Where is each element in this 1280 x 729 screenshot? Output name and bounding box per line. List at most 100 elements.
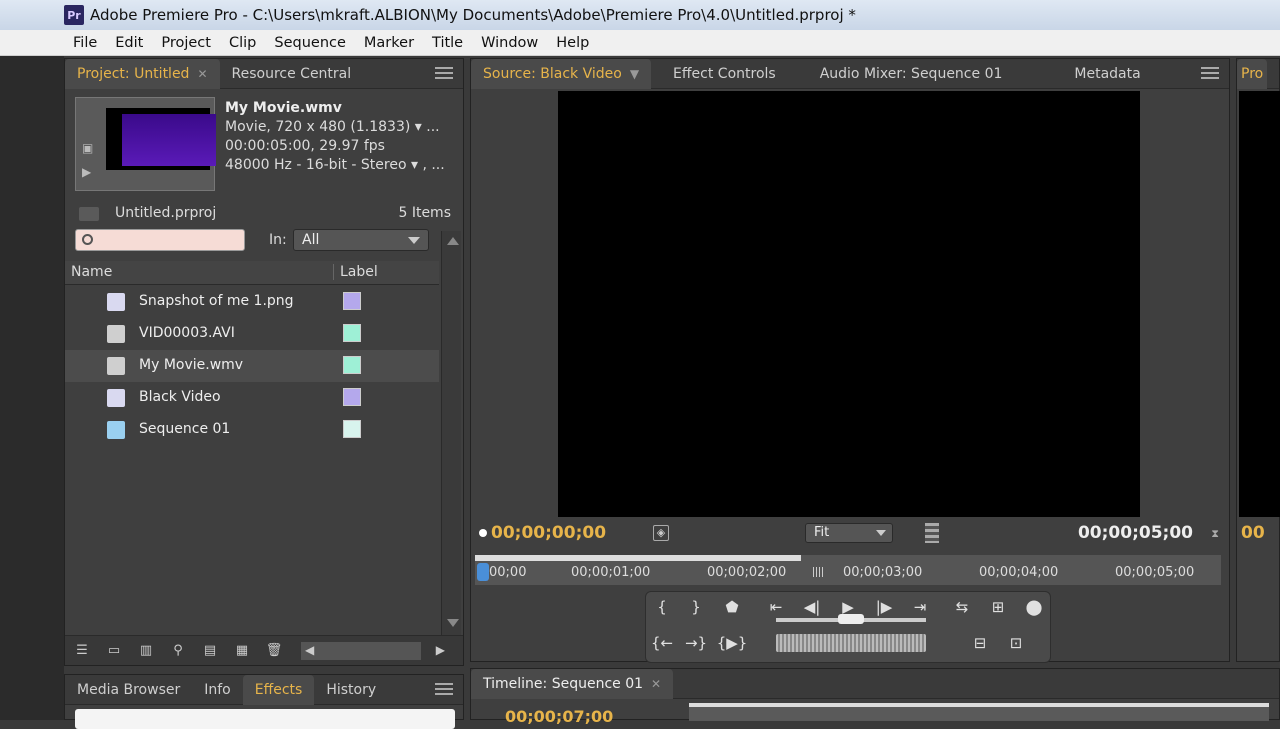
scroll-right-icon[interactable]: ▶ <box>436 643 445 657</box>
trash-icon[interactable]: 🗑 <box>263 642 285 660</box>
timeline-ruler[interactable] <box>689 703 1269 721</box>
label-color-swatch[interactable] <box>343 324 361 342</box>
project-item-list: Snapshot of me 1.png VID00003.AVI My Movie… <box>65 286 439 446</box>
close-icon[interactable]: ✕ <box>197 67 207 81</box>
label-color-swatch[interactable] <box>343 356 361 374</box>
output-icon[interactable]: ⬤ <box>1022 596 1046 618</box>
tab-program[interactable]: Pro <box>1237 58 1268 89</box>
label-color-swatch[interactable] <box>343 388 361 406</box>
chevron-down-icon[interactable]: ▼ <box>630 67 639 81</box>
search-input[interactable] <box>75 229 245 251</box>
project-item-row[interactable]: My Movie.wmv <box>65 350 439 382</box>
program-monitor-panel: Pro 00 <box>1236 58 1280 662</box>
shuttle-slider[interactable] <box>776 614 926 624</box>
set-in-icon[interactable]: { <box>650 596 674 618</box>
new-bin-icon[interactable]: ▤ <box>199 642 221 660</box>
ruler-label: 00;00;02;00 <box>707 565 787 580</box>
go-to-previous-marker-icon[interactable]: ⇤ <box>764 596 788 618</box>
panel-menu-icon[interactable] <box>1201 67 1219 79</box>
play-in-to-out-icon[interactable]: {▶} <box>717 632 748 654</box>
icon-view-icon[interactable]: ▭ <box>103 642 125 660</box>
menu-sequence[interactable]: Sequence <box>265 35 355 51</box>
list-view-icon[interactable]: ☰ <box>71 642 93 660</box>
scroll-up-icon[interactable] <box>447 237 459 245</box>
close-icon[interactable]: ✕ <box>651 677 661 691</box>
safe-margins-toggle-icon[interactable]: ⊞ <box>986 596 1010 618</box>
insert-icon[interactable]: ⊟ <box>968 632 992 654</box>
menu-clip[interactable]: Clip <box>220 35 265 51</box>
menu-title[interactable]: Title <box>423 35 472 51</box>
tab-effect-controls[interactable]: Effect Controls <box>661 59 788 89</box>
menu-window[interactable]: Window <box>472 35 547 51</box>
clip-info: My Movie.wmv Movie, 720 x 480 (1.1833) ▾… <box>225 99 445 175</box>
go-to-next-marker-icon[interactable]: ⇥ <box>908 596 932 618</box>
project-tabs: Project: Untitled ✕ Resource Central <box>65 58 463 89</box>
tab-resource-central[interactable]: Resource Central <box>220 59 364 89</box>
source-tabs: Source: Black Video ▼ Effect Controls Aud… <box>471 58 1229 89</box>
panel-menu-icon[interactable] <box>435 67 453 79</box>
play-icon[interactable]: ▶ <box>82 160 98 184</box>
source-current-time[interactable]: 00;00;00;00 <box>478 523 606 543</box>
label-color-swatch[interactable] <box>343 420 361 438</box>
go-to-in-icon[interactable]: {← <box>650 632 674 654</box>
effects-search-input[interactable] <box>75 709 455 729</box>
label-color-swatch[interactable] <box>343 292 361 310</box>
timeline-current-time[interactable]: 00;00;07;00 <box>505 707 613 726</box>
project-item-row[interactable]: Sequence 01 <box>65 414 439 446</box>
overlay-icon[interactable]: ⊡ <box>1004 632 1028 654</box>
ruler-label: 00;00;03;00 <box>843 565 923 580</box>
panel-menu-icon[interactable] <box>435 683 453 695</box>
tab-media-browser[interactable]: Media Browser <box>65 675 192 705</box>
program-current-time[interactable]: 00 <box>1241 523 1265 543</box>
menu-marker[interactable]: Marker <box>355 35 423 51</box>
chevron-down-icon[interactable]: ▾ , ... <box>411 157 445 173</box>
column-name[interactable]: Name <box>71 264 112 280</box>
tab-project[interactable]: Project: Untitled ✕ <box>65 58 220 89</box>
step-back-icon[interactable]: ◀| <box>800 596 824 618</box>
project-item-name: VID00003.AVI <box>139 325 235 341</box>
tab-metadata[interactable]: Metadata <box>1062 59 1152 89</box>
set-out-icon[interactable]: } <box>684 596 708 618</box>
scroll-left-icon[interactable]: ◀ <box>305 643 314 657</box>
step-forward-icon[interactable]: |▶ <box>872 596 896 618</box>
go-to-out-icon[interactable]: →} <box>684 632 708 654</box>
image-icon <box>107 293 125 311</box>
image-icon <box>107 389 125 407</box>
wing-menu-icon[interactable]: ⧗ <box>1211 527 1219 541</box>
tab-effects[interactable]: Effects <box>242 674 315 705</box>
work-area-bar[interactable] <box>475 555 801 561</box>
menu-project[interactable]: Project <box>152 35 220 51</box>
scroll-down-icon[interactable] <box>447 619 459 627</box>
set-marker-icon[interactable]: ⬟ <box>720 596 744 618</box>
automate-to-sequence-icon[interactable]: ▥ <box>135 642 157 660</box>
zoom-select[interactable]: Fit <box>805 523 893 543</box>
column-label[interactable]: Label <box>333 264 378 280</box>
safe-margins-icon[interactable]: ◈ <box>653 525 669 541</box>
project-item-name: My Movie.wmv <box>139 357 244 373</box>
output-icon[interactable] <box>925 523 939 543</box>
loop-icon[interactable]: ⇆ <box>950 596 974 618</box>
source-time-ruler[interactable]: 00;00 00;00;01;00 00;00;02;00 00;00;03;0… <box>475 555 1221 585</box>
menu-help[interactable]: Help <box>547 35 598 51</box>
horizontal-scrollbar[interactable]: ◀ ▶ <box>301 641 445 660</box>
tab-history[interactable]: History <box>314 675 388 705</box>
premiere-app-icon: Pr <box>64 5 84 25</box>
tab-info[interactable]: Info <box>192 675 243 705</box>
project-item-row[interactable]: Snapshot of me 1.png <box>65 286 439 318</box>
project-item-row[interactable]: Black Video <box>65 382 439 414</box>
in-filter-select[interactable]: All <box>293 229 429 251</box>
tab-audio-mixer[interactable]: Audio Mixer: Sequence 01 <box>808 59 1015 89</box>
tab-timeline[interactable]: Timeline: Sequence 01 ✕ <box>471 668 674 699</box>
vertical-scrollbar[interactable] <box>441 231 461 635</box>
poster-frame-icon[interactable]: ▣ <box>82 136 98 160</box>
tab-source[interactable]: Source: Black Video ▼ <box>471 58 652 89</box>
menu-file[interactable]: File <box>64 35 106 51</box>
project-item-row[interactable]: VID00003.AVI <box>65 318 439 350</box>
source-duration: 00;00;05;00 <box>1077 523 1193 543</box>
menu-edit[interactable]: Edit <box>106 35 152 51</box>
jog-disk[interactable] <box>776 634 926 652</box>
playhead[interactable] <box>477 563 489 581</box>
chevron-down-icon[interactable]: ▾ ... <box>415 119 440 135</box>
find-icon[interactable]: ⚲ <box>167 642 189 660</box>
new-item-icon[interactable]: ▦ <box>231 642 253 660</box>
